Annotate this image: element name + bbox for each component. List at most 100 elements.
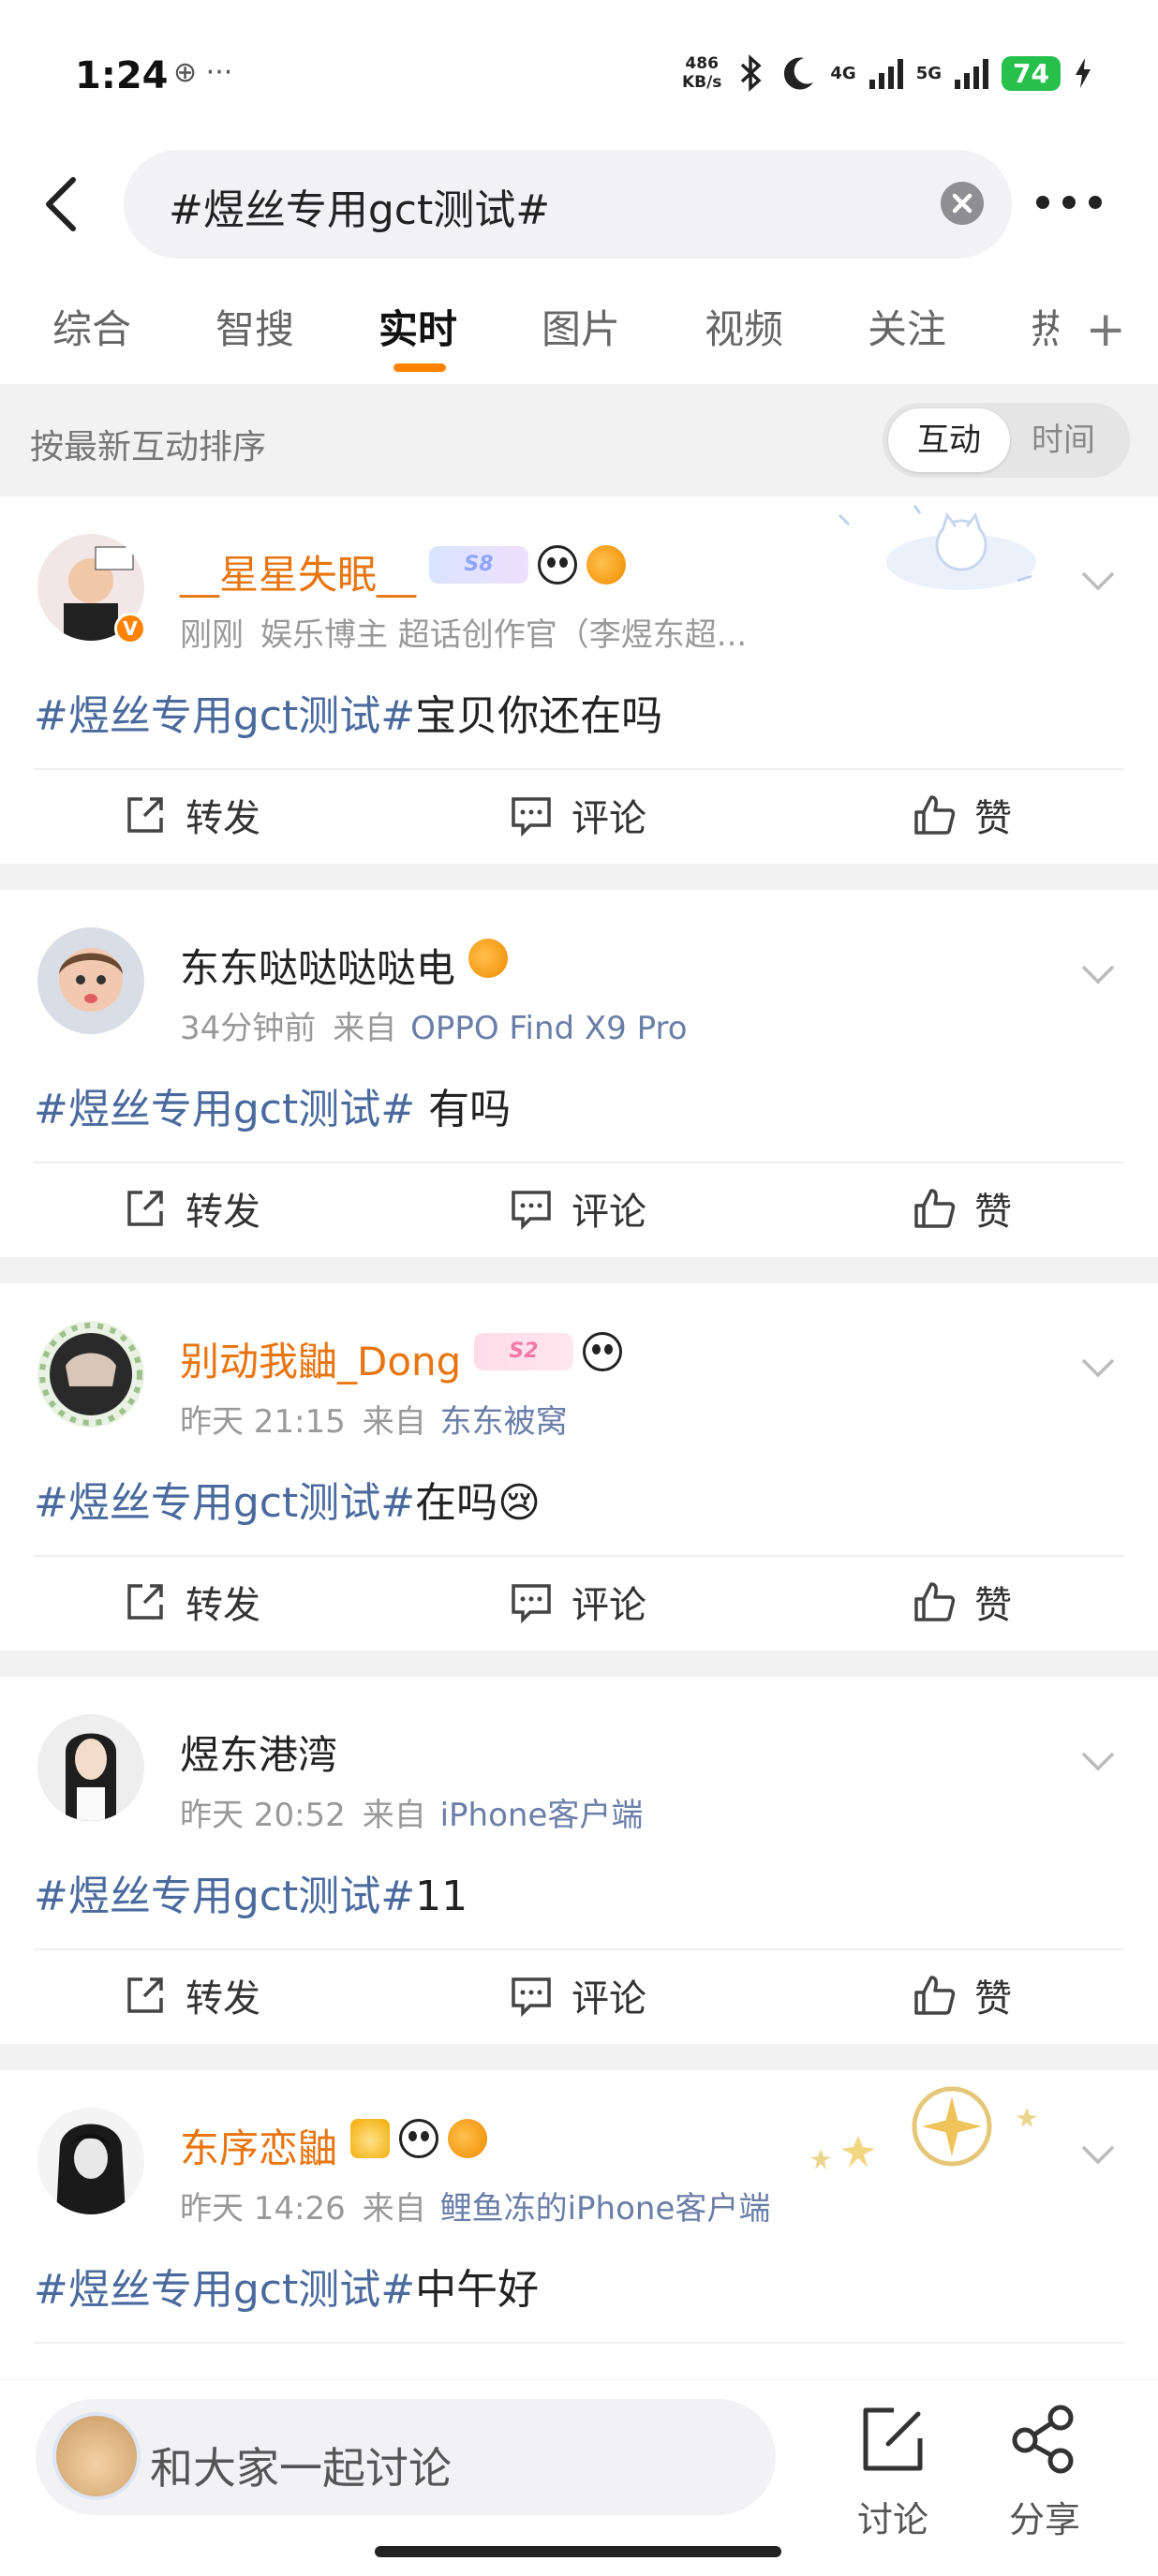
back-arrow-icon [46, 177, 76, 231]
like-label: 赞 [974, 1584, 1012, 1627]
post-time: 昨天 21:15 [180, 1403, 346, 1441]
topic-link[interactable]: #煜丝专用gct测试# [34, 1873, 415, 1920]
like-button[interactable]: 赞 [913, 1967, 1012, 2023]
post-author-name[interactable]: 东东哒哒哒哒电 [180, 937, 455, 994]
sort-by-interaction[interactable]: 互动 [888, 408, 1010, 472]
comment-button[interactable]: 评论 [510, 1967, 646, 2023]
tab-hot[interactable]: 热 [1031, 298, 1059, 355]
net-speed-value: 486 [685, 54, 719, 73]
like-button[interactable]: 赞 [913, 1574, 1012, 1630]
tab-smart-search[interactable]: 智搜 [215, 298, 294, 355]
chevron-down-icon[interactable] [1079, 2136, 1117, 2173]
comment-button[interactable]: 评论 [510, 1180, 646, 1236]
back-button[interactable] [36, 174, 92, 234]
more-options-button[interactable] [1036, 191, 1102, 214]
tab-following[interactable]: 关注 [868, 298, 946, 355]
like-label: 赞 [974, 1977, 1012, 2021]
post-card[interactable]: V __星星失眠__ S8 刚刚 娱乐博主 超话创作官（李煜东超... #煜丝专用… [0, 496, 1158, 864]
comment-label: 评论 [572, 1977, 646, 2021]
post-time: 刚刚 [180, 616, 244, 654]
topic-link[interactable]: #煜丝专用gct测试# [34, 1086, 415, 1133]
search-input[interactable]: #煜丝专用gct测试# [124, 150, 1012, 259]
status-time: 1:24 [75, 54, 169, 97]
panda-icon [538, 545, 577, 585]
chevron-down-icon[interactable] [1079, 1742, 1117, 1780]
divider [34, 768, 1124, 770]
post-card[interactable]: 煜东港湾 昨天 20:52 来自 iPhone客户端 #煜丝专用gct测试#11 … [0, 1677, 1158, 2044]
fish-icon [586, 545, 626, 585]
panda-icon [583, 1332, 622, 1371]
share-button[interactable]: 分享 [993, 2403, 1096, 2542]
avatar[interactable] [37, 1714, 144, 1821]
avatar[interactable] [37, 927, 144, 1034]
comment-button[interactable]: 评论 [510, 1574, 646, 1630]
signal-icon-2 [955, 57, 989, 89]
sort-by-time[interactable]: 时间 [1002, 408, 1124, 472]
divider [34, 1162, 1124, 1163]
sort-toggle: 互动 时间 [883, 403, 1130, 478]
status-extra-icons: ⊕ ··· [173, 56, 233, 89]
tab-images[interactable]: 图片 [542, 298, 620, 355]
repost-button[interactable]: 转发 [124, 1574, 260, 1630]
chevron-down-icon[interactable] [1079, 562, 1117, 600]
topic-link[interactable]: #煜丝专用gct测试# [34, 1479, 415, 1527]
post-author-name[interactable]: __星星失眠__ [180, 543, 416, 600]
user-badges: S8 [429, 545, 626, 585]
divider [34, 2342, 1124, 2344]
close-icon [952, 193, 972, 214]
panda-icon [399, 2119, 438, 2158]
divider [34, 1555, 1124, 1557]
add-tab-button[interactable]: + [1085, 302, 1126, 358]
post-separator [0, 2044, 1158, 2070]
discuss-button[interactable]: 讨论 [841, 2403, 944, 2542]
repost-button[interactable]: 转发 [124, 1967, 260, 2023]
avatar[interactable] [37, 1321, 144, 1428]
user-badges: S2 [474, 1332, 622, 1371]
comment-button[interactable]: 评论 [510, 787, 646, 843]
active-tab-indicator [393, 363, 446, 372]
tab-videos[interactable]: 视频 [705, 298, 783, 355]
avatar[interactable] [37, 2108, 144, 2214]
topic-link[interactable]: #煜丝专用gct测试# [34, 2266, 415, 2314]
tab-comprehensive[interactable]: 综合 [52, 298, 131, 355]
post-author-name[interactable]: 煜东港湾 [180, 1724, 337, 1781]
repost-button[interactable]: 转发 [124, 787, 260, 843]
fish-icon [448, 2119, 487, 2158]
comment-icon [512, 1977, 551, 2017]
level-badge-icon: S2 [474, 1333, 573, 1370]
thumbs-up-icon [914, 1976, 956, 2015]
share-icon [1012, 2405, 1074, 2474]
repost-label: 转发 [186, 797, 260, 840]
comment-label: 评论 [572, 797, 646, 840]
level-badge-icon: S8 [429, 546, 528, 584]
source-prefix: 来自 [362, 1403, 426, 1441]
user-badges [468, 939, 508, 978]
discuss-label: 讨论 [856, 2499, 928, 2540]
chevron-down-icon[interactable] [1079, 1349, 1117, 1386]
post-time: 昨天 20:52 [180, 1797, 346, 1834]
repost-label: 转发 [186, 1584, 260, 1627]
status-indicators: 486 KB/s 4G 5G 74 [682, 54, 1092, 92]
clear-search-button[interactable] [941, 182, 984, 225]
like-button[interactable]: 赞 [913, 1180, 1012, 1236]
post-card[interactable]: 别动我鼬_Dong S2 昨天 21:15 来自 东东被窝 #煜丝专用gct测试#… [0, 1283, 1158, 1651]
star-compass-decoration [810, 2086, 1037, 2169]
tab-realtime[interactable]: 实时 [379, 298, 457, 355]
post-source: OPPO Find X9 Pro [410, 1010, 688, 1047]
signal-type-1: 4G [830, 63, 856, 83]
post-card[interactable]: 东序恋鼬 昨天 14:26 来自 鲤鱼冻的iPhone客户端 #煜丝专用gct测试… [0, 2070, 1158, 2379]
user-avatar [52, 2412, 141, 2500]
post-source: 鲤鱼冻的iPhone客户端 [439, 2190, 771, 2228]
discussion-input[interactable]: 和大家一起讨论 [36, 2399, 776, 2515]
like-button[interactable]: 赞 [913, 787, 1012, 843]
repost-button[interactable]: 转发 [124, 1180, 260, 1236]
post-text: #煜丝专用gct测试#宝贝你还在吗 [34, 682, 662, 742]
chevron-down-icon[interactable] [1079, 955, 1117, 993]
repost-icon [127, 797, 163, 833]
post-text: #煜丝专用gct测试# 有吗 [34, 1075, 511, 1135]
post-source[interactable]: 东东被窝 [440, 1403, 568, 1441]
post-author-name[interactable]: 东序恋鼬 [180, 2117, 337, 2174]
post-author-name[interactable]: 别动我鼬_Dong [180, 1330, 461, 1387]
topic-link[interactable]: #煜丝专用gct测试# [34, 692, 415, 740]
post-card[interactable]: 东东哒哒哒哒电 34分钟前 来自 OPPO Find X9 Pro #煜丝专用gc… [0, 890, 1158, 1257]
